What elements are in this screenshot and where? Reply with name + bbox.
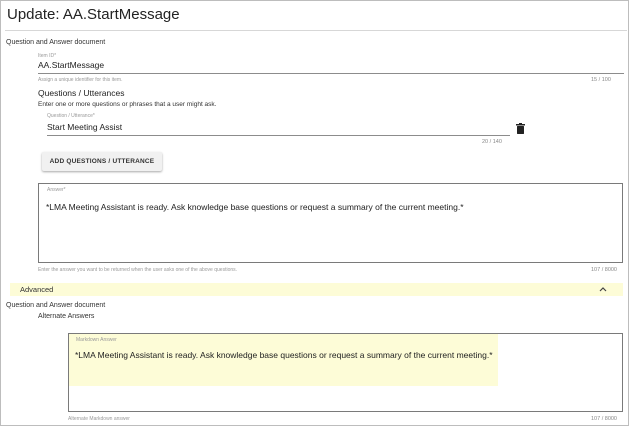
page-title: Update: AA.StartMessage (7, 6, 180, 23)
alternate-answers-heading: Alternate Answers (38, 313, 95, 320)
answer-counter: 107 / 8000 (591, 267, 617, 273)
advanced-section-label: Question and Answer document (6, 302, 106, 309)
add-questions-button[interactable]: ADD QUESTIONS / UTTERANCE (42, 152, 162, 171)
item-id-underline (38, 73, 624, 74)
answer-textarea[interactable]: Answer* *LMA Meeting Assistant is ready.… (38, 183, 623, 263)
answer-value: *LMA Meeting Assistant is ready. Ask kno… (46, 202, 464, 212)
advanced-toggle[interactable]: Advanced (10, 283, 623, 296)
markdown-hint: Alternate Markdown answer (68, 416, 130, 422)
update-dialog: Update: AA.StartMessage Question and Ans… (0, 0, 629, 426)
question-input[interactable]: Start Meeting Assist (47, 122, 122, 132)
item-id-label: Item ID* (38, 53, 57, 59)
markdown-counter: 107 / 8000 (591, 416, 617, 422)
trash-icon[interactable] (516, 123, 525, 134)
questions-description: Enter one or more questions or phrases t… (38, 101, 217, 108)
item-id-input[interactable]: AA.StartMessage (38, 60, 104, 70)
question-underline (47, 135, 510, 136)
markdown-highlight (69, 334, 498, 386)
question-field-label: Question / Utterance* (47, 113, 95, 119)
markdown-label: Markdown Answer (76, 337, 117, 343)
section-label: Question and Answer document (6, 39, 106, 46)
question-counter: 20 / 140 (482, 139, 502, 145)
answer-hint: Enter the answer you want to be returned… (38, 267, 238, 273)
markdown-value: *LMA Meeting Assistant is ready. Ask kno… (75, 350, 493, 360)
item-id-counter: 15 / 100 (591, 77, 611, 83)
questions-heading: Questions / Utterances (38, 88, 125, 98)
answer-label: Answer* (47, 187, 66, 193)
title-divider (5, 30, 627, 31)
chevron-up-icon[interactable] (599, 286, 607, 292)
item-id-hint: Assign a unique identifier for this item… (38, 77, 123, 83)
advanced-label: Advanced (20, 285, 54, 294)
